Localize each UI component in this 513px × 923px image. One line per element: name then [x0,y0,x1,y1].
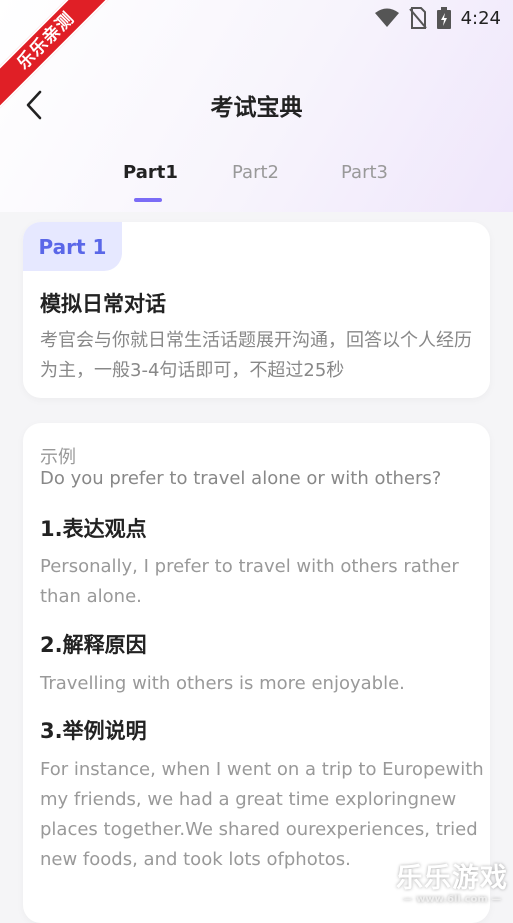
section-body-opinion: Personally, I prefer to travel with othe… [40,556,459,607]
tab-bar: Part1 Part2 Part3 [0,156,513,206]
watermark-logo: 乐乐游戏 — www.6ll.com — [393,864,511,908]
intro-title: 模拟日常对话 [40,292,166,316]
section-body-reason: Travelling with others is more enjoyable… [40,673,405,694]
active-tab-indicator [134,198,162,202]
battery-charging-icon [436,7,451,29]
tab-part1[interactable]: Part1 [123,162,178,183]
nav-bar: 考试宝典 [0,74,513,134]
intro-card: Part 1 模拟日常对话 考官会与你就日常生活话题展开沟通，回答以个人经历为主… [23,222,490,398]
watermark-brand: 乐乐游戏 [396,863,508,894]
part-badge: Part 1 [23,222,122,271]
status-time: 4:24 [460,7,501,29]
intro-description: 考官会与你就日常生活话题展开沟通，回答以个人经历为主，一般3-4句话即可，不超过… [40,330,472,381]
section-title-reason: 2.解释原因 [40,633,147,657]
wifi-icon [374,8,399,27]
example-card: 示例 Do you prefer to travel alone or with… [23,423,490,923]
tab-part2[interactable]: Part2 [232,162,279,183]
example-question: Do you prefer to travel alone or with ot… [40,468,442,489]
tab-part3[interactable]: Part3 [341,162,388,183]
no-sim-icon [408,7,427,29]
watermark-url: — www.6ll.com — [402,894,502,905]
section-title-opinion: 1.表达观点 [40,517,147,541]
section-body-example: For instance, when I went on a trip to E… [40,759,484,870]
page-title: 考试宝典 [210,95,303,121]
section-title-example: 3.举例说明 [40,719,147,743]
example-label: 示例 [40,447,76,468]
status-icons: 4:24 [374,6,501,30]
